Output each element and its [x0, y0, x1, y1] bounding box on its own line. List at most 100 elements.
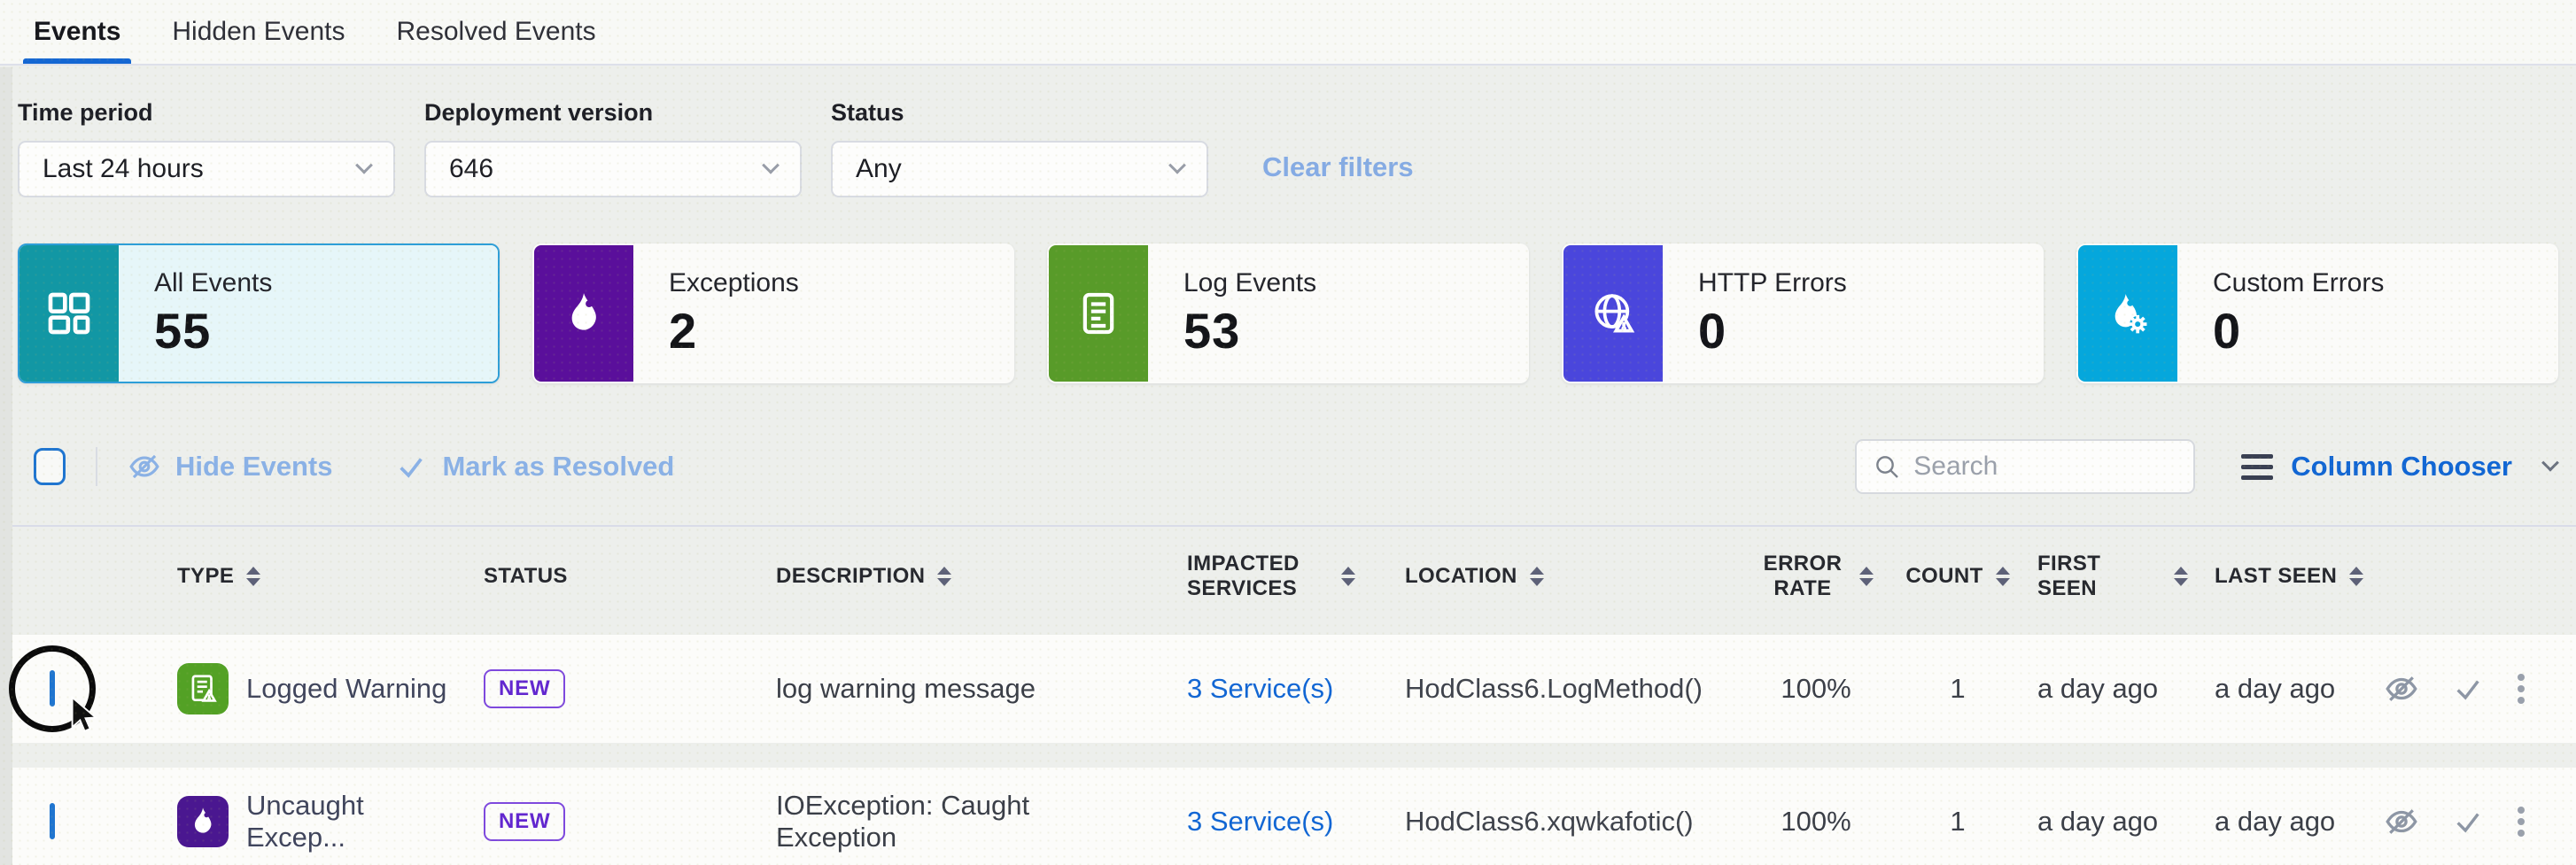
column-label: IMPACTED SERVICES — [1187, 552, 1329, 601]
table-row[interactable]: Uncaught Excep... NEW IOException: Caugh… — [0, 768, 2576, 865]
hamburger-icon — [2241, 454, 2273, 480]
column-header-type[interactable]: TYPE — [133, 564, 461, 589]
search-input[interactable] — [1913, 452, 2177, 482]
sort-icon[interactable] — [1530, 567, 1544, 586]
column-label: LAST SEEN — [2215, 564, 2337, 589]
sort-icon[interactable] — [1859, 567, 1874, 586]
column-header-last-seen[interactable]: LAST SEEN — [2188, 564, 2365, 589]
deployment-version-filter: Deployment version 646 — [424, 99, 802, 197]
tab-bar: Events Hidden Events Resolved Events — [0, 0, 2576, 66]
card-label: All Events — [154, 268, 498, 298]
column-chooser-button[interactable]: Column Chooser — [2241, 451, 2557, 483]
first-seen-value: a day ago — [2011, 673, 2188, 705]
select-all-checkbox[interactable] — [34, 448, 66, 485]
status-label: Status — [831, 99, 1208, 127]
tab-hidden-events[interactable]: Hidden Events — [172, 0, 345, 64]
sort-icon[interactable] — [2174, 567, 2188, 586]
status-value: Any — [856, 154, 902, 184]
impacted-services-link[interactable]: 3 Service(s) — [1187, 806, 1333, 838]
row-menu-kebab-icon[interactable] — [2514, 670, 2528, 707]
row-checkbox[interactable] — [50, 670, 55, 707]
count-value: 1 — [1905, 806, 2011, 838]
column-chooser-label: Column Chooser — [2291, 451, 2512, 483]
mark-as-resolved-button[interactable]: Mark as Resolved — [394, 451, 674, 483]
left-scrollbar[interactable] — [0, 67, 12, 865]
eye-slash-icon — [128, 452, 161, 482]
deployment-version-label: Deployment version — [424, 99, 802, 127]
mark-as-resolved-label: Mark as Resolved — [442, 451, 674, 483]
chevron-down-icon — [762, 157, 780, 174]
exception-flame-icon — [177, 796, 229, 847]
column-header-status[interactable]: STATUS — [461, 564, 753, 589]
filters-bar: Time period Last 24 hours Deployment ver… — [0, 66, 2576, 197]
column-header-error-rate[interactable]: ERROR RATE — [1727, 552, 1905, 601]
column-header-description[interactable]: DESCRIPTION — [753, 564, 1143, 589]
card-label: HTTP Errors — [1698, 268, 2042, 298]
column-label: ERROR RATE — [1758, 552, 1847, 601]
dashboard-grid-icon — [19, 245, 119, 382]
resolve-row-check-icon[interactable] — [2452, 674, 2484, 704]
hide-row-eye-slash-icon[interactable] — [2381, 673, 2422, 705]
card-custom-errors[interactable]: Custom Errors 0 — [2076, 243, 2558, 383]
column-header-first-seen[interactable]: FIRST SEEN — [2011, 552, 2188, 601]
card-http-errors[interactable]: HTTP Errors 0 — [1562, 243, 2044, 383]
column-header-count[interactable]: COUNT — [1905, 564, 2011, 589]
impacted-services-link[interactable]: 3 Service(s) — [1187, 673, 1333, 705]
card-count: 55 — [154, 302, 498, 359]
time-period-select[interactable]: Last 24 hours — [18, 141, 395, 197]
table-header: TYPE STATUS DESCRIPTION IMPACTED SERVICE… — [0, 527, 2576, 626]
card-log-events[interactable]: Log Events 53 — [1047, 243, 1529, 383]
tab-events[interactable]: Events — [34, 0, 120, 64]
event-location: HodClass6.LogMethod() — [1382, 673, 1727, 705]
error-rate-value: 100% — [1727, 806, 1905, 838]
chevron-down-icon — [1168, 157, 1186, 174]
column-header-impacted-services[interactable]: IMPACTED SERVICES — [1143, 552, 1382, 601]
event-type-label: Uncaught Excep... — [246, 790, 461, 853]
last-seen-value: a day ago — [2188, 806, 2365, 838]
status-select[interactable]: Any — [831, 141, 1208, 197]
search-icon — [1873, 452, 1901, 481]
event-location: HodClass6.xqwkafotic() — [1382, 806, 1727, 838]
time-period-value: Last 24 hours — [43, 154, 204, 184]
card-label: Exceptions — [669, 268, 1013, 298]
card-count: 53 — [1183, 302, 1527, 359]
card-label: Log Events — [1183, 268, 1527, 298]
mouse-cursor-icon — [64, 694, 105, 735]
last-seen-value: a day ago — [2188, 673, 2365, 705]
deployment-version-select[interactable]: 646 — [424, 141, 802, 197]
sort-icon[interactable] — [1341, 567, 1355, 586]
card-all-events[interactable]: All Events 55 — [18, 243, 500, 383]
hide-events-button[interactable]: Hide Events — [128, 451, 332, 483]
chevron-down-icon — [2541, 454, 2559, 472]
column-label: STATUS — [484, 564, 568, 589]
column-label: DESCRIPTION — [776, 564, 925, 589]
deployment-version-value: 646 — [449, 154, 493, 184]
event-description: log warning message — [753, 673, 1143, 705]
tab-resolved-events[interactable]: Resolved Events — [397, 0, 596, 64]
first-seen-value: a day ago — [2011, 806, 2188, 838]
clear-filters-button[interactable]: Clear filters — [1262, 151, 1414, 183]
card-count: 0 — [1698, 302, 2042, 359]
column-label: COUNT — [1905, 564, 1982, 589]
table-toolbar: Hide Events Mark as Resolved Column Choo… — [0, 438, 2576, 495]
column-header-location[interactable]: LOCATION — [1382, 564, 1727, 589]
row-menu-kebab-icon[interactable] — [2514, 803, 2528, 840]
column-label: TYPE — [177, 564, 234, 589]
sort-icon[interactable] — [1996, 567, 2010, 586]
toolbar-divider — [96, 447, 97, 486]
resolve-row-check-icon[interactable] — [2452, 807, 2484, 837]
globe-warning-icon — [1563, 245, 1663, 382]
sort-icon[interactable] — [2349, 567, 2363, 586]
card-label: Custom Errors — [2213, 268, 2557, 298]
row-checkbox[interactable] — [50, 803, 55, 839]
table-row[interactable]: Logged Warning NEW log warning message 3… — [0, 635, 2576, 743]
hide-row-eye-slash-icon[interactable] — [2381, 806, 2422, 838]
sort-icon[interactable] — [937, 567, 951, 586]
hide-events-label: Hide Events — [175, 451, 332, 483]
time-period-filter: Time period Last 24 hours — [18, 99, 395, 197]
card-exceptions[interactable]: Exceptions 2 — [532, 243, 1014, 383]
check-icon — [394, 452, 428, 482]
sort-icon[interactable] — [246, 567, 260, 586]
status-badge: NEW — [484, 802, 565, 841]
column-label: LOCATION — [1405, 564, 1517, 589]
